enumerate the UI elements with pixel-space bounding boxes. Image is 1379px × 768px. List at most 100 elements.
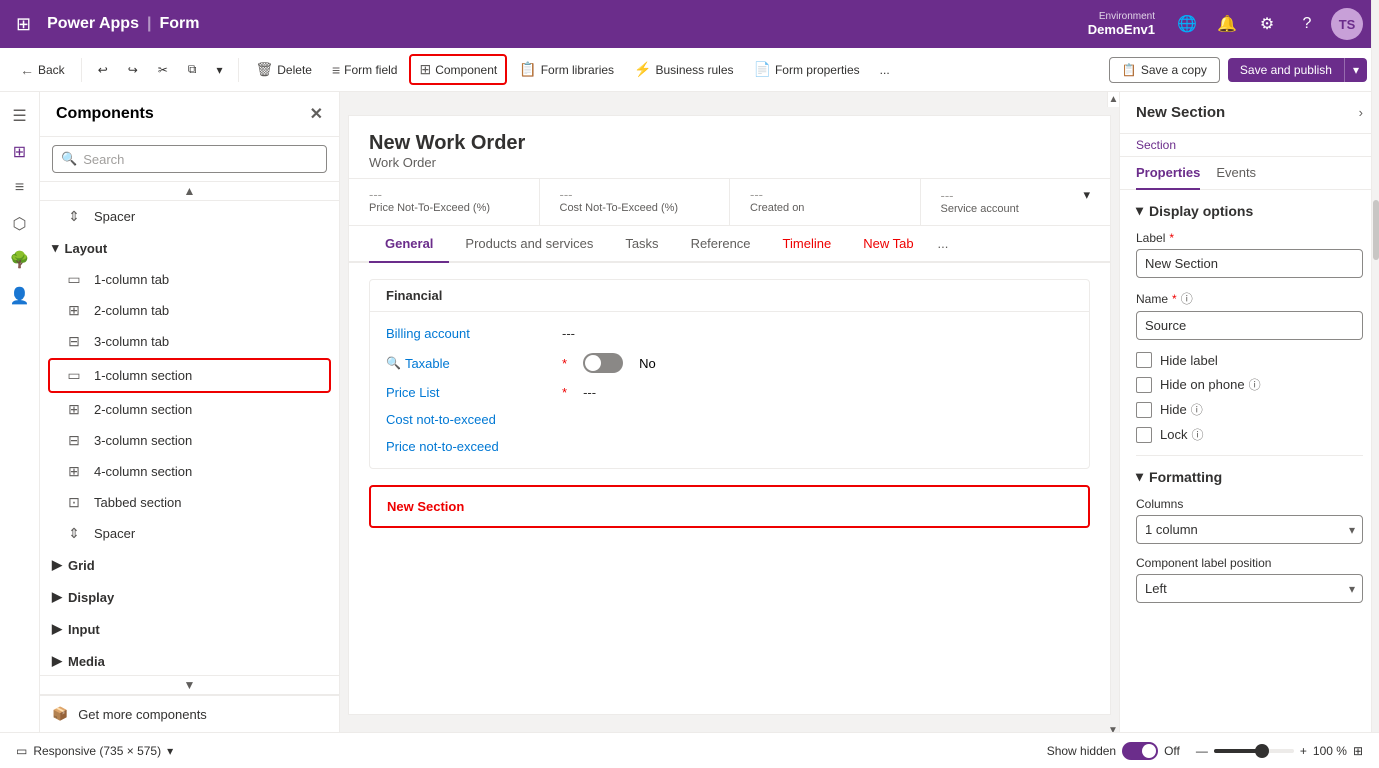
delete-button[interactable]: 🗑 Delete xyxy=(247,56,319,83)
zoom-plus-button[interactable]: + xyxy=(1300,744,1307,758)
1col-section-item[interactable]: ▭ 1-column section xyxy=(48,358,331,393)
zoom-grid-icon[interactable]: ⊞ xyxy=(1353,744,1363,758)
hide-row[interactable]: Hide ⓘ xyxy=(1136,401,1363,418)
zoom-thumb xyxy=(1255,744,1269,758)
layout-group-header[interactable]: ▾ Layout xyxy=(40,232,339,264)
label-position-select[interactable]: Left Right Top None xyxy=(1136,574,1363,603)
more-button[interactable]: ... xyxy=(872,58,898,82)
back-button[interactable]: ← Back xyxy=(12,57,73,83)
tab-timeline[interactable]: Timeline xyxy=(767,226,848,263)
display-group-header[interactable]: ▶ Display xyxy=(40,581,339,613)
price-not-exceed-row: Price not-to-exceed xyxy=(370,433,1089,460)
hide-label-checkbox[interactable] xyxy=(1136,352,1152,368)
business-rules-button[interactable]: ⚡ Business rules xyxy=(626,56,741,83)
props-tabs: Properties Events xyxy=(1120,157,1379,190)
name-info-icon[interactable]: ⓘ xyxy=(1181,290,1193,307)
cut-icon: ✂ xyxy=(158,63,168,77)
list-item[interactable]: ▭ 1-column tab xyxy=(40,264,339,295)
list-item[interactable]: ⊞ 4-column section xyxy=(40,456,339,487)
list-item[interactable]: ⇕ Spacer xyxy=(40,201,339,232)
form-field-button[interactable]: ≡ Form field xyxy=(324,57,406,83)
zoom-slider[interactable] xyxy=(1214,749,1294,753)
save-publish-button[interactable]: Save and publish xyxy=(1228,58,1344,82)
tabbed-section-item[interactable]: ⊡ Tabbed section xyxy=(40,487,339,518)
scroll-up-button[interactable]: ▲ xyxy=(184,184,196,198)
tab-products-services[interactable]: Products and services xyxy=(449,226,609,263)
grid-icon[interactable]: ⊞ xyxy=(16,14,31,35)
top-bar: ⊞ Power Apps | Form Environment DemoEnv1… xyxy=(0,0,1379,48)
avatar[interactable]: TS xyxy=(1331,8,1363,40)
chevron-down-icon: ▾ xyxy=(1136,202,1143,219)
grid-group-header[interactable]: ▶ Grid xyxy=(40,549,339,581)
properties-panel: New Section › Section Properties Events … xyxy=(1119,92,1379,732)
media-group-header[interactable]: ▶ Media xyxy=(40,645,339,675)
tab-tasks[interactable]: Tasks xyxy=(609,226,674,263)
hide-on-phone-info-icon[interactable]: ⓘ xyxy=(1249,376,1261,393)
name-input[interactable] xyxy=(1136,311,1363,340)
components-icon[interactable]: ⊞ xyxy=(4,136,36,168)
lock-row[interactable]: Lock ⓘ xyxy=(1136,426,1363,443)
layers-icon[interactable]: ⬡ xyxy=(4,208,36,240)
cut-button[interactable]: ✂ xyxy=(150,58,176,82)
taxable-required-star: * xyxy=(562,356,567,371)
tab-new-tab[interactable]: New Tab xyxy=(847,226,929,263)
dropdown-button[interactable]: ▾ xyxy=(208,58,230,82)
scroll-down-button[interactable]: ▼ xyxy=(184,678,196,692)
columns-select[interactable]: 1 column 2 columns 3 columns 4 columns xyxy=(1136,515,1363,544)
1col-section-icon: ▭ xyxy=(64,367,84,384)
people-icon[interactable]: 👤 xyxy=(4,280,36,312)
list-item[interactable]: ⊟ 3-column section xyxy=(40,425,339,456)
display-options-header[interactable]: ▾ Display options xyxy=(1136,202,1363,219)
formatting-header[interactable]: ▾ Formatting xyxy=(1136,468,1363,485)
lock-checkbox[interactable] xyxy=(1136,427,1152,443)
settings-icon[interactable]: ⚙ xyxy=(1251,8,1283,40)
form-canvas: ▲ New Work Order Work Order --- Price No… xyxy=(340,92,1119,732)
form-libraries-button[interactable]: 📋 Form libraries xyxy=(511,56,622,83)
hide-info-icon[interactable]: ⓘ xyxy=(1191,401,1203,418)
chevron-right-icon: ▶ xyxy=(52,589,62,605)
zoom-minus-button[interactable]: — xyxy=(1196,744,1208,758)
hide-on-phone-checkbox[interactable] xyxy=(1136,377,1152,393)
canvas-scroll-up[interactable]: ▲ xyxy=(1107,92,1119,107)
globe-icon[interactable]: 🌐 xyxy=(1171,8,1203,40)
label-input[interactable] xyxy=(1136,249,1363,278)
menu-icon[interactable]: ☰ xyxy=(4,100,36,132)
tree-icon[interactable]: 🌳 xyxy=(4,244,36,276)
field-icon: ≡ xyxy=(332,62,340,78)
canvas-scroll-down[interactable]: ▼ xyxy=(1106,723,1119,732)
tab-general[interactable]: General xyxy=(369,226,449,263)
paste-button[interactable]: ⧉ xyxy=(180,57,205,82)
tabs-more-button[interactable]: ... xyxy=(930,226,957,261)
undo-button[interactable]: ↩ xyxy=(90,58,116,82)
save-copy-button[interactable]: 📋 Save a copy xyxy=(1109,57,1220,83)
tab-events[interactable]: Events xyxy=(1216,157,1256,190)
props-expand-icon[interactable]: › xyxy=(1359,105,1363,120)
redo-button[interactable]: ↪ xyxy=(120,58,146,82)
form-properties-button[interactable]: 📄 Form properties xyxy=(746,56,868,83)
responsive-selector[interactable]: ▭ Responsive (735 × 575) ▾ xyxy=(16,744,173,758)
tab-properties[interactable]: Properties xyxy=(1136,157,1200,190)
fields-icon[interactable]: ≡ xyxy=(4,172,36,204)
list-item[interactable]: ⊟ 3-column tab xyxy=(40,326,339,357)
toggle-knob-sm xyxy=(1142,744,1156,758)
show-hidden-toggle[interactable] xyxy=(1122,742,1158,760)
lock-info-icon[interactable]: ⓘ xyxy=(1191,426,1203,443)
list-item[interactable]: ⊞ 2-column tab xyxy=(40,295,339,326)
list-item[interactable]: ⇕ Spacer xyxy=(40,518,339,549)
tab-reference[interactable]: Reference xyxy=(675,226,767,263)
help-icon[interactable]: ? xyxy=(1291,8,1323,40)
hide-checkbox[interactable] xyxy=(1136,402,1152,418)
save-publish-dropdown[interactable]: ▾ xyxy=(1344,58,1367,82)
search-input[interactable] xyxy=(83,152,318,167)
list-item[interactable]: ⊞ 2-column section xyxy=(40,394,339,425)
input-group-header[interactable]: ▶ Input xyxy=(40,613,339,645)
close-icon[interactable]: ✕ xyxy=(310,104,323,124)
form-content: New Work Order Work Order --- Price Not-… xyxy=(348,115,1111,715)
get-more-components-button[interactable]: 📦 Get more components xyxy=(40,695,339,732)
taxable-toggle[interactable] xyxy=(583,353,623,373)
component-button[interactable]: ⊞ Component xyxy=(409,54,507,85)
hide-label-row[interactable]: Hide label xyxy=(1136,352,1363,368)
hide-on-phone-row[interactable]: Hide on phone ⓘ xyxy=(1136,376,1363,393)
bell-icon[interactable]: 🔔 xyxy=(1211,8,1243,40)
new-section-box[interactable]: New Section xyxy=(369,485,1090,528)
